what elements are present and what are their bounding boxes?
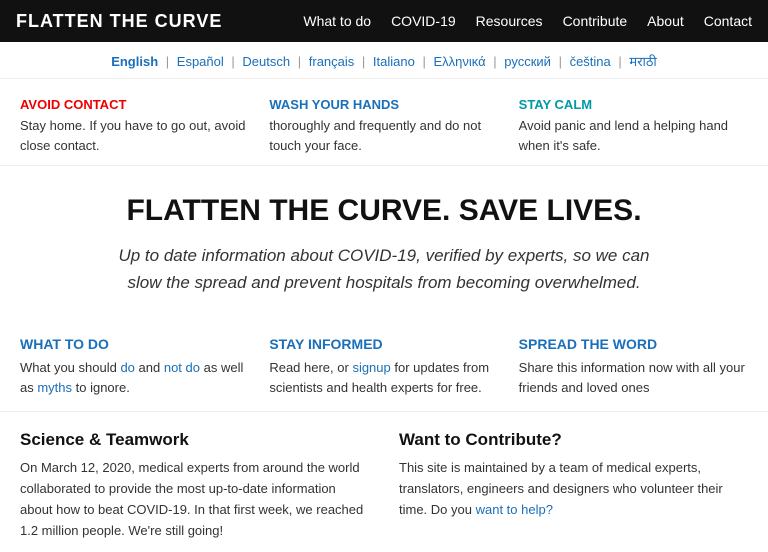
bottom-contribute-body: This site is maintained by a team of med… [399,458,748,520]
feature-spread-word: SPREAD THE WORD Share this information n… [519,336,748,397]
nav-about[interactable]: About [647,13,684,29]
lang-czech[interactable]: čeština [570,54,611,69]
tip-avoid-contact: AVOID CONTACT Stay home. If you have to … [20,97,249,155]
feature-title-informed: STAY INFORMED [269,336,498,352]
link-do[interactable]: do [120,360,134,375]
feature-body-what: What you should do and not do as well as… [20,358,249,397]
nav-contribute[interactable]: Contribute [563,13,628,29]
navbar: FLATTEN THE CURVE What to do COVID-19 Re… [0,0,768,42]
features-section: WHAT TO DO What you should do and not do… [0,316,768,412]
nav-links: What to do COVID-19 Resources Contribute… [303,13,752,29]
feature-title-what: WHAT TO DO [20,336,249,352]
bottom-contribute-heading: Want to Contribute? [399,430,748,450]
feature-what-to-do: WHAT TO DO What you should do and not do… [20,336,249,397]
tip-body-wash: thoroughly and frequently and do not tou… [269,116,498,155]
tip-title-wash: WASH YOUR HANDS [269,97,498,112]
lang-francais[interactable]: français [309,54,355,69]
site-logo: FLATTEN THE CURVE [16,11,222,32]
tip-stay-calm: STAY CALM Avoid panic and lend a helping… [519,97,748,155]
bottom-section: Science & Teamwork On March 12, 2020, me… [0,412,768,551]
bottom-science-body: On March 12, 2020, medical experts from … [20,458,369,541]
tip-wash-hands: WASH YOUR HANDS thoroughly and frequentl… [269,97,498,155]
feature-stay-informed: STAY INFORMED Read here, or signup for u… [269,336,498,397]
link-not-do[interactable]: not do [164,360,200,375]
link-myths[interactable]: myths [37,380,72,395]
lang-italiano[interactable]: Italiano [373,54,415,69]
lang-english[interactable]: English [111,54,158,69]
language-bar: English | Español | Deutsch | français |… [0,42,768,79]
link-want-to-help[interactable]: want to help? [476,502,553,517]
tip-title-calm: STAY CALM [519,97,748,112]
bottom-science: Science & Teamwork On March 12, 2020, me… [20,430,369,541]
tip-body-avoid: Stay home. If you have to go out, avoid … [20,116,249,155]
lang-deutsch[interactable]: Deutsch [242,54,290,69]
hero-title: FLATTEN THE CURVE. SAVE LIVES. [60,194,708,228]
lang-greek[interactable]: Ελληνικά [433,54,485,69]
lang-russian[interactable]: русский [504,54,551,69]
hero-section: FLATTEN THE CURVE. SAVE LIVES. Up to dat… [0,166,768,316]
nav-contact[interactable]: Contact [704,13,752,29]
feature-body-informed: Read here, or signup for updates from sc… [269,358,498,397]
nav-what-to-do[interactable]: What to do [303,13,371,29]
lang-marathi[interactable]: मराठी [629,54,656,69]
tips-section: AVOID CONTACT Stay home. If you have to … [0,79,768,166]
nav-covid19[interactable]: COVID-19 [391,13,456,29]
bottom-contribute: Want to Contribute? This site is maintai… [399,430,748,541]
lang-espanol[interactable]: Español [177,54,224,69]
nav-resources[interactable]: Resources [476,13,543,29]
link-signup[interactable]: signup [352,360,390,375]
tip-title-avoid: AVOID CONTACT [20,97,249,112]
hero-subtitle: Up to date information about COVID-19, v… [104,242,664,296]
bottom-science-heading: Science & Teamwork [20,430,369,450]
feature-title-spread: SPREAD THE WORD [519,336,748,352]
feature-body-spread: Share this information now with all your… [519,358,748,397]
tip-body-calm: Avoid panic and lend a helping hand when… [519,116,748,155]
